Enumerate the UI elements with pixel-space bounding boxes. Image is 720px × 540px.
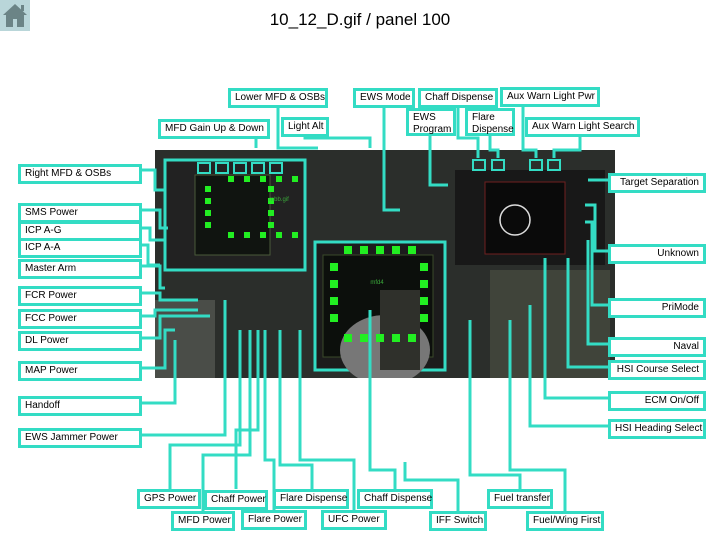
connector-line [428,136,448,187]
label-ews-program[interactable]: EWS Program [406,108,456,136]
connector-line [508,320,567,511]
label-sms-power[interactable]: SMS Power [18,203,142,223]
connector-line [142,226,165,242]
osb-green [228,232,234,238]
osb-green [260,176,266,182]
label-gps-power[interactable]: GPS Power [137,489,201,509]
connector-line [142,291,198,302]
osb-green [330,263,338,271]
label-fcc-power[interactable]: FCC Power [18,309,142,329]
label-lower-mfd-osbs[interactable]: Lower MFD & OSBs [228,88,328,108]
osb-green [268,198,274,204]
label-chaff-dispense-bottom[interactable]: Chaff Dispense [357,489,433,509]
osb-green [292,176,298,182]
osb-green [228,176,234,182]
osb-button [269,162,283,174]
connector-line [468,320,522,489]
osb-button [197,162,211,174]
label-ews-jammer-power[interactable]: EWS Jammer Power [18,428,142,448]
connector-line [142,208,168,230]
osb-green [330,280,338,288]
osb-green [376,246,384,254]
label-hsi-heading-select[interactable]: HSI Heading Select [608,419,706,439]
label-mfd-power[interactable]: MFD Power [171,511,235,531]
osb-green [205,198,211,204]
label-chaff-dispense-top[interactable]: Chaff Dispense [418,88,498,108]
connector-line [298,330,356,510]
connector-line [142,168,165,192]
label-light-alt[interactable]: Light Alt [281,117,329,137]
osb-green [244,232,250,238]
osb-green [420,297,428,305]
osb-button [547,159,561,171]
label-ecm-onoff[interactable]: ECM On/Off [608,391,706,411]
osb-green [392,246,400,254]
label-flare-dispense-top[interactable]: Flare Dispense [465,108,515,136]
osb-green [244,176,250,182]
label-fuel-wing-first[interactable]: Fuel/Wing First [526,511,604,531]
label-icp-aa[interactable]: ICP A-A [18,238,142,258]
osb-green [205,186,211,192]
connector-line [543,258,608,400]
osb-green [360,246,368,254]
osb-green [205,210,211,216]
label-master-arm[interactable]: Master Arm [18,259,142,279]
label-fcr-power[interactable]: FCR Power [18,286,142,306]
label-flare-dispense-bottom[interactable]: Flare Dispense [273,489,349,509]
label-mfd-gain[interactable]: MFD Gain Up & Down [158,119,270,139]
osb-green [408,246,416,254]
label-ews-mode[interactable]: EWS Mode [353,88,415,108]
osb-green [360,334,368,342]
osb-green [260,232,266,238]
label-map-power[interactable]: MAP Power [18,361,142,381]
osb-green [268,222,274,228]
osb-button [233,162,247,174]
label-target-separation[interactable]: Target Separation [608,173,706,193]
osb-green [276,232,282,238]
osb-green [268,186,274,192]
osb-green [292,232,298,238]
osb-button [472,159,486,171]
osb-button [491,159,505,171]
connector-line [278,330,314,489]
connector-line [142,314,210,340]
osb-green [276,176,282,182]
label-aux-warn-light-search[interactable]: Aux Warn Light Search [525,117,640,137]
label-primode[interactable]: PriMode [608,298,706,318]
label-aux-warn-light-pwr[interactable]: Aux Warn Light Pwr [500,87,600,107]
connector-line [142,243,160,267]
connector-line [168,330,242,489]
osb-green [420,263,428,271]
osb-green [344,334,352,342]
label-fuel-transfer[interactable]: Fuel transfer [487,489,553,509]
osb-green [330,314,338,322]
connector-line [142,264,165,290]
label-ufc-power[interactable]: UFC Power [321,510,387,530]
label-chaff-power[interactable]: Chaff Power [204,490,268,510]
label-unknown[interactable]: Unknown [608,244,706,264]
osb-green [420,314,428,322]
osb-button [215,162,229,174]
osb-green [205,222,211,228]
osb-button [529,159,543,171]
osb-green [268,210,274,216]
osb-green [376,334,384,342]
label-naval[interactable]: Naval [608,337,706,357]
label-iff-switch[interactable]: IFF Switch [429,511,487,531]
connector-line [382,100,400,212]
osb-green [420,280,428,288]
osb-green [344,246,352,254]
label-dl-power[interactable]: DL Power [18,331,142,351]
label-right-mfd-osbs[interactable]: Right MFD & OSBs [18,164,142,184]
connector-line [263,330,276,510]
osb-green [408,334,416,342]
label-handoff[interactable]: Handoff [18,396,142,416]
label-hsi-course-select[interactable]: HSI Course Select [608,360,706,380]
osb-green [330,297,338,305]
osb-green [392,334,400,342]
osb-button [251,162,265,174]
label-flare-power[interactable]: Flare Power [241,510,307,530]
connector-line [142,340,177,405]
